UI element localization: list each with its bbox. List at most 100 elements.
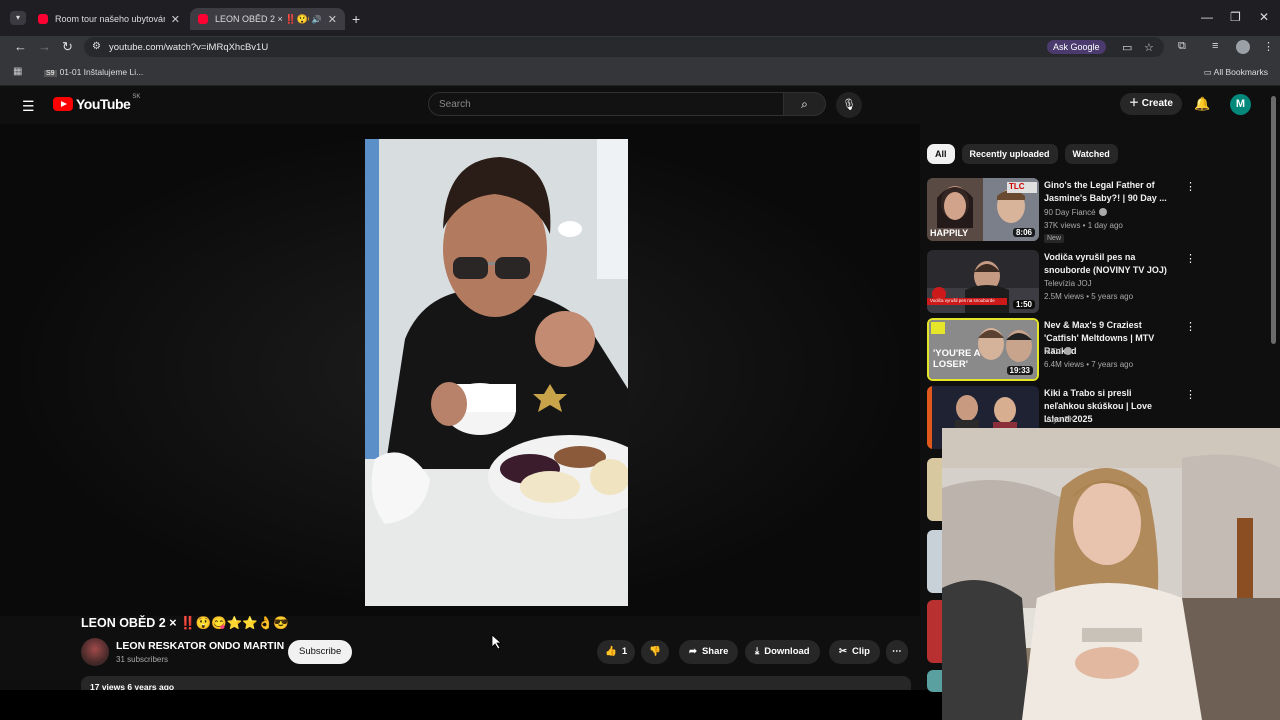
create-button[interactable]: ＋ Create — [1120, 93, 1182, 115]
recommendation-meta: 37K views • 1 day ago — [1044, 221, 1123, 230]
extensions-icon[interactable]: ⧉ — [1178, 40, 1186, 53]
recommendation-channel[interactable]: Televízia JOJ — [1044, 279, 1092, 288]
more-vertical-icon[interactable]: ⋮ — [1185, 388, 1196, 401]
chip-watched[interactable]: Watched — [1064, 144, 1118, 164]
subscribe-button[interactable]: Subscribe — [288, 640, 353, 664]
video-frame[interactable] — [365, 139, 628, 606]
recommendation-channel[interactable]: 90 Day Fiancé — [1044, 208, 1107, 217]
close-tab-icon[interactable]: ✕ — [171, 13, 180, 26]
channel-name[interactable]: LEON RESKATOR ONDO MARTIN — [116, 640, 284, 652]
menu-kebab-icon[interactable]: ⋮ — [1263, 40, 1274, 53]
recommendation-item[interactable]: TLC HAPPILY 8:06 Gino's the Legal Father… — [927, 178, 1197, 243]
clip-button[interactable]: ✂ Clip — [829, 640, 880, 664]
like-count: 1 — [621, 646, 628, 657]
more-horizontal-icon: ⋯ — [892, 646, 902, 657]
back-icon[interactable]: ← — [14, 39, 27, 54]
cast-icon[interactable]: ▭ — [1122, 41, 1132, 54]
youtube-favicon-icon — [198, 14, 208, 24]
youtube-logo[interactable]: YouTube SK — [53, 94, 141, 112]
share-arrow-icon: ➦ — [689, 646, 697, 657]
recommendation-item[interactable]: Vodiča vyrušil pes na snouborde 1:50 Vod… — [927, 250, 1197, 314]
like-button[interactable]: 👍 1 — [597, 640, 636, 664]
forward-icon[interactable]: → — [38, 39, 51, 54]
verified-badge-icon — [1098, 208, 1107, 216]
all-bookmarks-button[interactable]: ▭ All Bookmarks — [1204, 67, 1268, 78]
page-scrollbar[interactable] — [1271, 96, 1276, 344]
new-tab-button[interactable]: + — [352, 11, 360, 27]
recommendation-channel[interactable]: MTV — [1044, 347, 1072, 356]
thumbnail-caption: Vodiča vyrušil pes na snouborde — [930, 298, 995, 303]
webcam-overlay — [942, 428, 1280, 720]
region-code: SK — [132, 94, 141, 100]
chip-all[interactable]: All — [927, 144, 955, 164]
account-avatar[interactable]: M — [1230, 94, 1251, 115]
chip-recently-uploaded[interactable]: Recently uploaded — [961, 144, 1058, 164]
video-thumbnail[interactable]: 'YOU'RE A LOSER' 19:33 — [927, 318, 1039, 381]
more-vertical-icon[interactable]: ⋮ — [1185, 252, 1196, 265]
share-button[interactable]: ➦ Share — [679, 640, 739, 664]
audio-playing-icon[interactable]: 🔊 — [312, 15, 322, 24]
browser-tab-active[interactable]: LEON OBĚD 2 × ‼️😲😋⭐⭐👌😎 🔊 ✕ — [190, 8, 345, 30]
video-thumbnail[interactable] — [927, 670, 943, 692]
browser-tabstrip: ▾ Room tour našeho ubytování v ✕ LEON OB… — [0, 0, 1280, 36]
more-actions-button[interactable]: ⋯ — [886, 640, 908, 664]
close-tab-icon[interactable]: ✕ — [328, 13, 337, 26]
create-label: Create — [1141, 98, 1173, 109]
apps-grid-icon[interactable]: ▦ — [13, 66, 22, 77]
recommendation-title[interactable]: Vodiča vyrušil pes na snouborde (NOVINY … — [1044, 251, 1172, 277]
recommendation-meta: 2.5M views • 5 years ago — [1044, 292, 1134, 301]
channel-avatar[interactable] — [81, 638, 109, 666]
url-text[interactable]: youtube.com/watch?v=iMRqXhcBv1U — [109, 42, 268, 53]
webcam-image — [942, 428, 1280, 720]
search-placeholder: Search — [439, 99, 471, 110]
video-thumbnail[interactable] — [927, 600, 943, 663]
tlc-logo: TLC — [1009, 182, 1025, 191]
channel-label: 90 Day Fiancé — [1044, 208, 1096, 217]
verified-badge-icon — [1063, 347, 1072, 355]
media-control-icon[interactable]: ≡ — [1212, 40, 1218, 52]
bookmark-item[interactable]: S9 01-01 Inštalujeme Li... — [44, 67, 143, 77]
restore-icon[interactable]: ❐ — [1230, 10, 1241, 24]
reload-icon[interactable]: ↻ — [62, 39, 73, 55]
tab-title: Room tour našeho ubytování v — [55, 14, 165, 24]
thumbs-up-icon: 👍 — [605, 646, 617, 657]
close-window-icon[interactable]: ✕ — [1259, 10, 1269, 24]
recommendation-title[interactable]: Gino's the Legal Father of Jasmine's Bab… — [1044, 179, 1172, 205]
recommendation-channel[interactable]: Voyo SK — [1044, 415, 1075, 424]
minimize-icon[interactable]: — — [1201, 10, 1213, 24]
dislike-button[interactable]: 👎 — [641, 640, 669, 664]
search-icon: ⌕ — [801, 97, 808, 111]
search-button[interactable]: ⌕ — [784, 92, 826, 116]
site-info-icon[interactable]: ⚙ — [92, 41, 101, 52]
guide-menu-icon[interactable]: ☰ — [22, 98, 35, 115]
scissors-icon: ✂ — [839, 646, 847, 657]
video-title: LEON OBĚD 2 × ‼️😲😋⭐⭐👌😎 — [81, 616, 289, 630]
video-thumbnail[interactable] — [927, 530, 943, 593]
share-label: Share — [701, 646, 729, 657]
youtube-favicon-icon — [38, 14, 48, 24]
bookmark-star-icon[interactable]: ☆ — [1144, 41, 1154, 54]
bookmark-label: 01-01 Inštalujeme Li... — [59, 67, 144, 77]
download-button[interactable]: ⤓ Download — [745, 640, 820, 664]
microphone-icon: 🎙 — [842, 99, 856, 111]
profile-avatar-icon[interactable] — [1236, 40, 1250, 54]
browser-tab[interactable]: Room tour našeho ubytování v ✕ — [30, 8, 188, 30]
more-vertical-icon[interactable]: ⋮ — [1185, 180, 1196, 193]
video-thumbnail[interactable]: Vodiča vyrušil pes na snouborde 1:50 — [927, 250, 1039, 313]
more-vertical-icon[interactable]: ⋮ — [1185, 320, 1196, 333]
tab-search-button[interactable]: ▾ — [10, 11, 26, 25]
thumbnail-caption: HAPPILY — [930, 228, 969, 238]
voice-search-button[interactable]: 🎙 — [836, 92, 862, 118]
subscriber-count: 31 subscribers — [116, 655, 169, 664]
bookmark-favicon: S9 — [44, 70, 57, 77]
recommendation-meta: 6.4M views • 7 years ago — [1044, 360, 1134, 369]
video-thumbnail[interactable] — [927, 458, 943, 521]
video-thumbnail[interactable]: TLC HAPPILY 8:06 — [927, 178, 1039, 241]
search-input[interactable]: Search — [428, 92, 784, 116]
recommendation-item[interactable]: 'YOU'RE A LOSER' 19:33 Nev & Max's 9 Cra… — [927, 318, 1197, 382]
tab-title: LEON OBĚD 2 × ‼️😲😋⭐⭐👌😎 — [215, 13, 309, 24]
address-bar[interactable]: ⚙ youtube.com/watch?v=iMRqXhcBv1U Ask Go… — [84, 37, 1164, 57]
ask-google-button[interactable]: Ask Google — [1047, 40, 1106, 54]
thumbnail-caption: 'YOU'RE A LOSER' — [933, 348, 981, 370]
notifications-bell-icon[interactable]: 🔔 — [1194, 96, 1210, 112]
